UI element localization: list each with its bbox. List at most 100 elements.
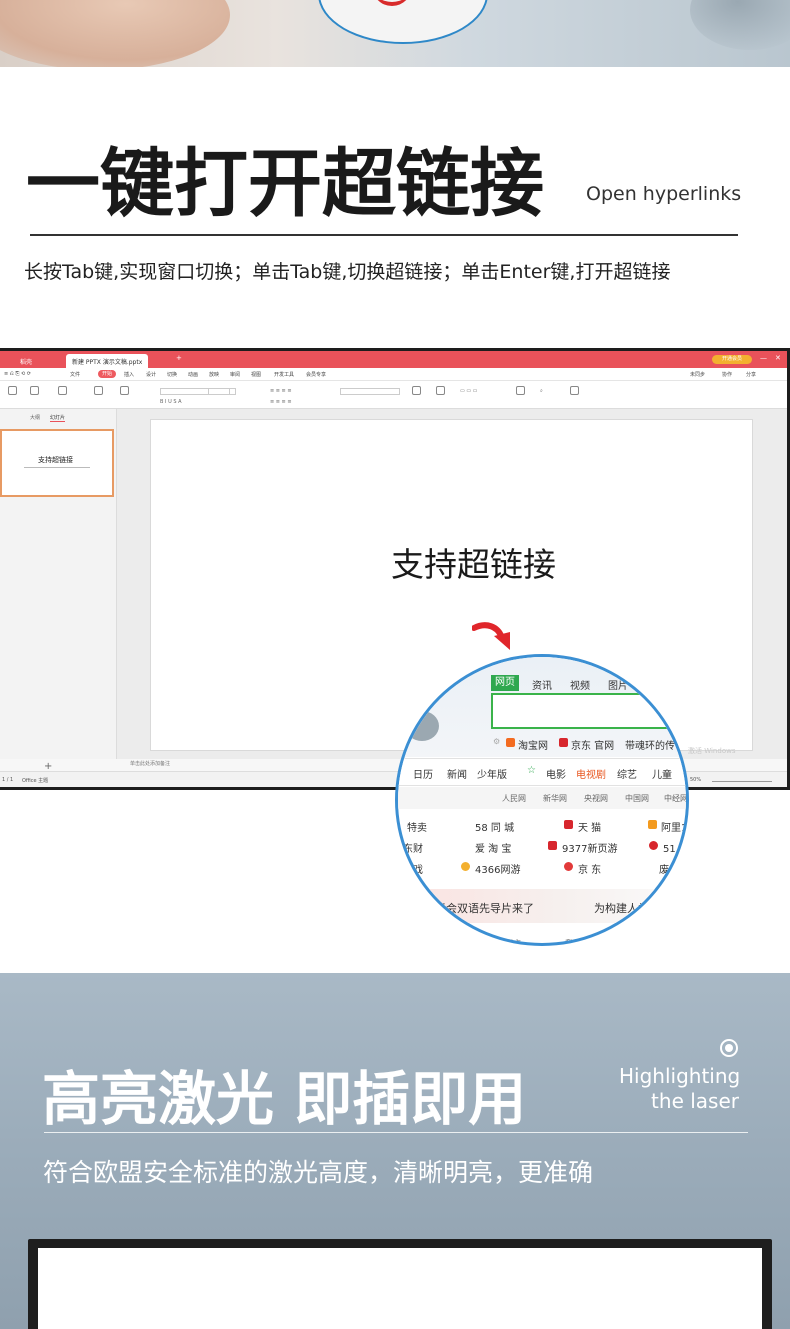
menu-member[interactable]: 会员专享: [306, 371, 326, 378]
menu-review[interactable]: 审阅: [230, 371, 240, 378]
font-size-selector[interactable]: [208, 388, 236, 395]
slide-title[interactable]: 支持超链接: [391, 538, 556, 586]
background-shape: [690, 0, 790, 50]
title-bar: 稻壳 新建 PPTX 演示文稿.pptx + 开通会员 — ✕: [0, 351, 787, 368]
link-games[interactable]: 游戏: [403, 861, 423, 876]
display-screen: [38, 1248, 762, 1329]
nav-calendar[interactable]: 日历: [413, 766, 433, 781]
menu-animation[interactable]: 动画: [188, 371, 198, 378]
section2-divider: [44, 1132, 748, 1133]
close-icon[interactable]: ✕: [775, 354, 781, 362]
thumbnail-subtitle-line: [24, 467, 90, 468]
layout-icon[interactable]: [120, 386, 129, 395]
tab-news[interactable]: 资讯: [532, 677, 552, 692]
bottom-tab-left[interactable]: 寒方: [505, 938, 521, 943]
minimize-icon[interactable]: —: [760, 354, 767, 362]
link-aitaobao[interactable]: 爱 淘 宝: [475, 840, 511, 855]
menu-slideshow[interactable]: 放映: [209, 371, 219, 378]
link-tmall[interactable]: 天 猫: [578, 819, 601, 834]
link-wastewater[interactable]: 废水: [659, 861, 679, 876]
settings-icon[interactable]: ⚙: [493, 737, 500, 746]
tab-slides[interactable]: 幻灯片: [50, 414, 66, 422]
page-indicator: 1 / 1: [2, 777, 14, 783]
member-badge[interactable]: 开通会员: [712, 355, 752, 364]
alibaba-icon: [648, 820, 657, 829]
menu-insert[interactable]: 插入: [124, 371, 134, 378]
page: 一键打开超链接 Open hyperlinks 长按Tab键,实现窗口切换；单击…: [0, 0, 790, 1329]
paste-icon[interactable]: [8, 386, 17, 395]
nav-tv[interactable]: 电视剧: [576, 766, 606, 781]
browser-magnifier: 网页 资讯 视频 图片 ⚙ 淘宝网 京东 官网 带魂环的传 日历 新闻 少年版 …: [395, 654, 689, 946]
red-arrow-icon: [472, 622, 510, 650]
arrange-icons[interactable]: ▭ ▭ ▭: [460, 388, 477, 394]
link-58[interactable]: 58 同 城: [475, 819, 514, 834]
quick-access-icons[interactable]: ≡ ⎌ ⎘ ⟲ ⟳: [4, 371, 31, 377]
link-jingdong[interactable]: 京 东: [578, 861, 601, 876]
sync-status[interactable]: 未同步: [690, 371, 705, 378]
link-eastmoney[interactable]: 东财: [403, 840, 423, 855]
link-alibaba[interactable]: 阿里1: [661, 819, 686, 834]
zoom-level[interactable]: 50%: [690, 777, 701, 783]
site-people[interactable]: 人民网: [502, 793, 526, 804]
link-hot[interactable]: 带魂环的传: [625, 737, 675, 752]
menu-transition[interactable]: 切换: [167, 371, 177, 378]
collaborate-button[interactable]: 协作: [722, 371, 732, 378]
site-ce[interactable]: 中经网: [664, 793, 686, 804]
menu-developer[interactable]: 开发工具: [274, 371, 294, 378]
banner-headline-right[interactable]: 为构建人类: [594, 900, 649, 916]
text-format-icons[interactable]: B I U S A: [160, 399, 182, 405]
find-icon[interactable]: ⌕: [540, 388, 543, 394]
slideshow-icon[interactable]: [58, 386, 67, 395]
site-cctv[interactable]: 央视网: [584, 793, 608, 804]
new-tab-icon[interactable]: +: [176, 354, 182, 362]
link-sale[interactable]: 特卖: [407, 819, 427, 834]
tab-webpage[interactable]: 网页: [491, 675, 519, 691]
menu-home[interactable]: 开始: [98, 370, 117, 378]
menu-view[interactable]: 视图: [251, 371, 261, 378]
nav-variety[interactable]: 综艺: [617, 766, 637, 781]
tab-images[interactable]: 图片: [608, 677, 628, 692]
search-input[interactable]: [491, 693, 686, 729]
link-51[interactable]: 51 页: [663, 840, 686, 855]
link-jd[interactable]: 京东 官网: [571, 737, 614, 752]
bottom-tab-marker: [415, 934, 437, 942]
zoom-slider[interactable]: [712, 781, 772, 782]
textbox-icon[interactable]: [412, 386, 421, 395]
section1-description: 长按Tab键,实现窗口切换；单击Tab键,切换超链接；单击Enter键,打开超链…: [24, 261, 671, 283]
nav-news[interactable]: 新闻: [447, 766, 467, 781]
share-button[interactable]: 分享: [746, 371, 756, 378]
51-icon: [649, 841, 658, 850]
select-icon[interactable]: [570, 386, 579, 395]
nav-kids-edition[interactable]: 少年版: [477, 766, 507, 781]
section2-title: 高亮激光 即插即用: [42, 1065, 527, 1133]
tools-icon[interactable]: [516, 386, 525, 395]
bottom-tab-active: [591, 935, 621, 943]
site-xinhua[interactable]: 新华网: [543, 793, 567, 804]
tab-video[interactable]: 视频: [570, 677, 590, 692]
align-icons[interactable]: ≡ ≡ ≡ ≡: [270, 399, 292, 405]
section1-title: 一键打开超链接: [26, 141, 544, 227]
ribbon-toolbar: B I U S A ≡ ≡ ≡ ≡ ≡ ≡ ≡ ≡ ▭ ▭ ▭ ⌕: [0, 381, 787, 409]
shape-icon[interactable]: [436, 386, 445, 395]
nav-children[interactable]: 儿童: [652, 766, 672, 781]
paragraph-icons[interactable]: ≡ ≡ ≡ ≡: [270, 388, 292, 394]
banner-headline-left[interactable]: 运会双语先导片来了: [435, 900, 534, 916]
notes-placeholder[interactable]: 单击此处添加备注: [130, 760, 170, 767]
top-banner-photo: [0, 0, 790, 67]
menu-file[interactable]: 文件: [70, 371, 80, 378]
section2-title-en-line1: Highlighting: [619, 1064, 741, 1088]
nav-movies[interactable]: 电影: [546, 766, 566, 781]
bottom-tab-mine[interactable]: 我的: [565, 938, 581, 943]
format-painter-icon[interactable]: [30, 386, 39, 395]
link-4366[interactable]: 4366网游: [475, 861, 520, 876]
new-slide-icon[interactable]: [94, 386, 103, 395]
site-china[interactable]: 中国网: [625, 793, 649, 804]
menu-design[interactable]: 设计: [146, 371, 156, 378]
slide-thumbnail[interactable]: 支持超链接: [0, 429, 114, 497]
tab-presentation[interactable]: 新建 PPTX 演示文稿.pptx: [66, 354, 149, 368]
link-9377[interactable]: 9377新页游: [562, 840, 617, 855]
link-taobao[interactable]: 淘宝网: [518, 737, 548, 752]
text-direction-selector[interactable]: [340, 388, 400, 395]
tab-outline[interactable]: 大纲: [30, 414, 40, 421]
tab-docer[interactable]: 稻壳: [14, 354, 38, 368]
